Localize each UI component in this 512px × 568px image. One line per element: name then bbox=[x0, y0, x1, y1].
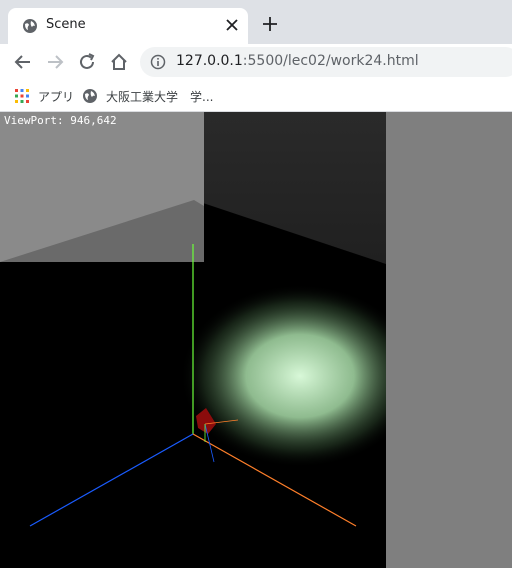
globe-icon bbox=[83, 89, 97, 103]
url-host: 127.0.0.1 bbox=[176, 53, 243, 69]
globe-icon bbox=[23, 19, 37, 33]
bookmarks-bar: アプリ 大阪工業大学 学... bbox=[0, 80, 512, 112]
tab-title: Scene bbox=[46, 17, 86, 32]
bookmark-more[interactable]: 学... bbox=[190, 86, 213, 106]
url-text: 127.0.0.1:5500/lec02/work24.html bbox=[176, 53, 419, 69]
bookmark-label: 大阪工業大学 bbox=[106, 89, 179, 104]
tab-strip: Scene bbox=[0, 0, 512, 44]
apps-grid-icon bbox=[15, 89, 29, 103]
new-tab-icon[interactable] bbox=[260, 14, 280, 34]
viewport-label: ViewPort: 946,642 bbox=[4, 114, 117, 127]
browser-toolbar: 127.0.0.1:5500/lec02/work24.html bbox=[0, 44, 512, 80]
bookmark-apps[interactable]: アプリ bbox=[14, 86, 74, 106]
close-icon[interactable] bbox=[222, 15, 242, 35]
page-margin bbox=[386, 112, 512, 568]
forward-icon[interactable] bbox=[44, 51, 66, 73]
info-icon[interactable] bbox=[150, 54, 166, 70]
bookmark-label: 学... bbox=[190, 89, 214, 104]
reload-icon[interactable] bbox=[76, 51, 98, 73]
bookmark-label: アプリ bbox=[38, 89, 75, 104]
home-icon[interactable] bbox=[108, 51, 130, 73]
webgl-canvas[interactable] bbox=[0, 112, 512, 568]
back-icon[interactable] bbox=[12, 51, 34, 73]
url-path: :5500/lec02/work24.html bbox=[242, 53, 419, 69]
address-bar[interactable]: 127.0.0.1:5500/lec02/work24.html bbox=[140, 47, 512, 77]
browser-tab[interactable]: Scene bbox=[8, 8, 248, 44]
page-content: ViewPort: 946,642 bbox=[0, 112, 512, 568]
spotlight-glow bbox=[180, 284, 420, 468]
bookmark-oit[interactable]: 大阪工業大学 bbox=[82, 86, 178, 106]
